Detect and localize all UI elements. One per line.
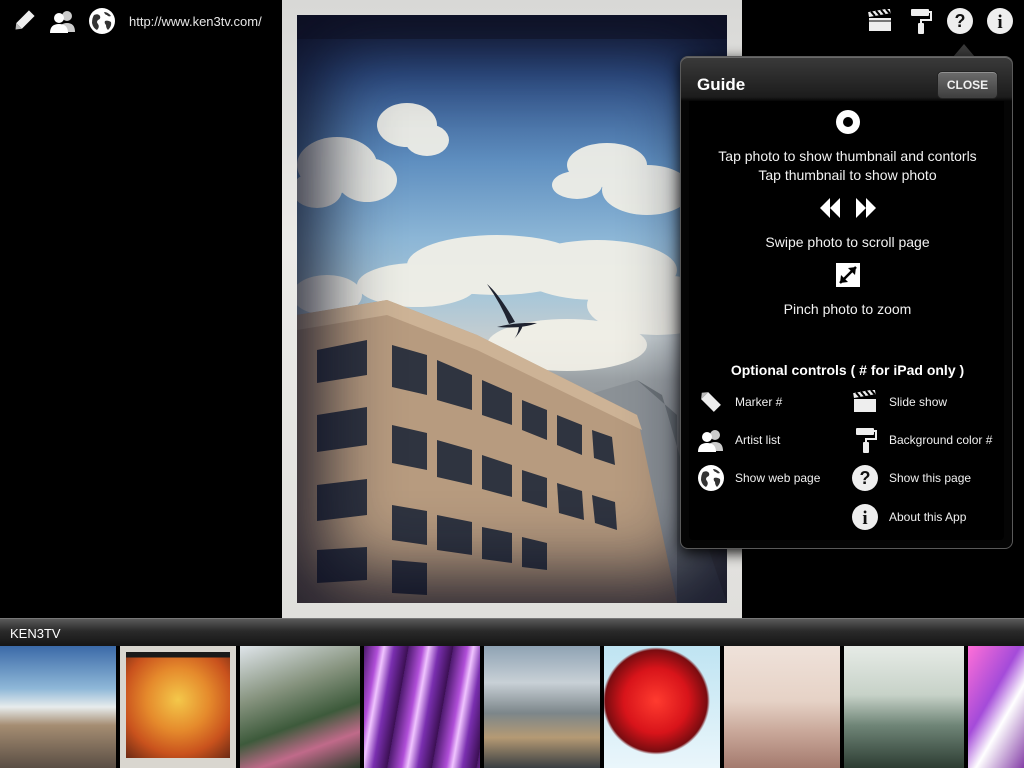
control-web-page: Show web page [697,464,820,492]
guide-pinch-text: Pinch photo to zoom [783,301,912,317]
tap-icon [681,109,1014,135]
thumbnail-3[interactable] [240,646,360,768]
clapperboard-icon[interactable] [866,7,894,35]
guide-tap-line1: Tap photo to show thumbnail and contorls [718,148,977,164]
control-slide-show: Slide show [851,388,947,416]
pinch-zoom-icon [681,262,1014,288]
thumbnail-strip[interactable] [0,646,1024,768]
svg-text:?: ? [860,468,871,488]
marker-icon[interactable] [10,7,38,35]
top-left-toolbar: http://www.ken3tv.com/ [10,6,262,36]
thumbnail-2[interactable] [120,646,236,768]
guide-title: Guide [697,75,746,94]
control-show-this-page: ? Show this page [851,464,971,492]
guide-tap-line2: Tap thumbnail to show photo [758,167,937,183]
main-photo-frame[interactable] [282,0,742,618]
thumbnail-4[interactable] [364,646,480,768]
control-about-app: i About this App [851,503,966,531]
globe-icon [697,464,725,492]
clapperboard-icon [851,388,879,416]
paint-roller-icon [851,426,879,454]
svg-text:i: i [862,508,867,529]
thumbnail-strip-header: KEN3TV [0,618,1024,646]
thumbnail-1[interactable] [0,646,116,768]
help-icon[interactable]: ? [946,7,974,35]
web-url-link[interactable]: http://www.ken3tv.com/ [129,14,262,29]
artists-icon[interactable] [49,7,77,35]
control-background-color: Background color # [851,426,992,454]
artist-name: KEN3TV [10,626,61,641]
optional-controls-heading: Optional controls ( # for iPad only ) [730,362,965,378]
thumbnail-5[interactable] [484,646,600,768]
paint-roller-icon[interactable] [906,7,934,35]
help-icon: ? [851,464,879,492]
info-icon[interactable]: i [986,7,1014,35]
thumbnail-8[interactable] [844,646,964,768]
svg-text:i: i [997,12,1002,33]
svg-text:?: ? [955,11,966,31]
top-right-toolbar: ? i [866,6,1014,36]
close-button[interactable]: CLOSE [937,71,998,99]
artists-icon [697,426,725,454]
guide-popover: Guide CLOSE Tap photo to show thumbnail … [680,56,1013,549]
info-icon: i [851,503,879,531]
control-marker: Marker # [697,388,782,416]
marker-icon [697,388,725,416]
swipe-arrows-icon [681,197,1014,219]
thumbnail-6[interactable] [604,646,720,768]
globe-icon[interactable] [88,7,116,35]
guide-swipe-text: Swipe photo to scroll page [765,234,930,250]
thumbnail-7[interactable] [724,646,840,768]
thumbnail-9[interactable] [968,646,1024,768]
control-artist-list: Artist list [697,426,780,454]
main-photo[interactable] [297,15,727,603]
